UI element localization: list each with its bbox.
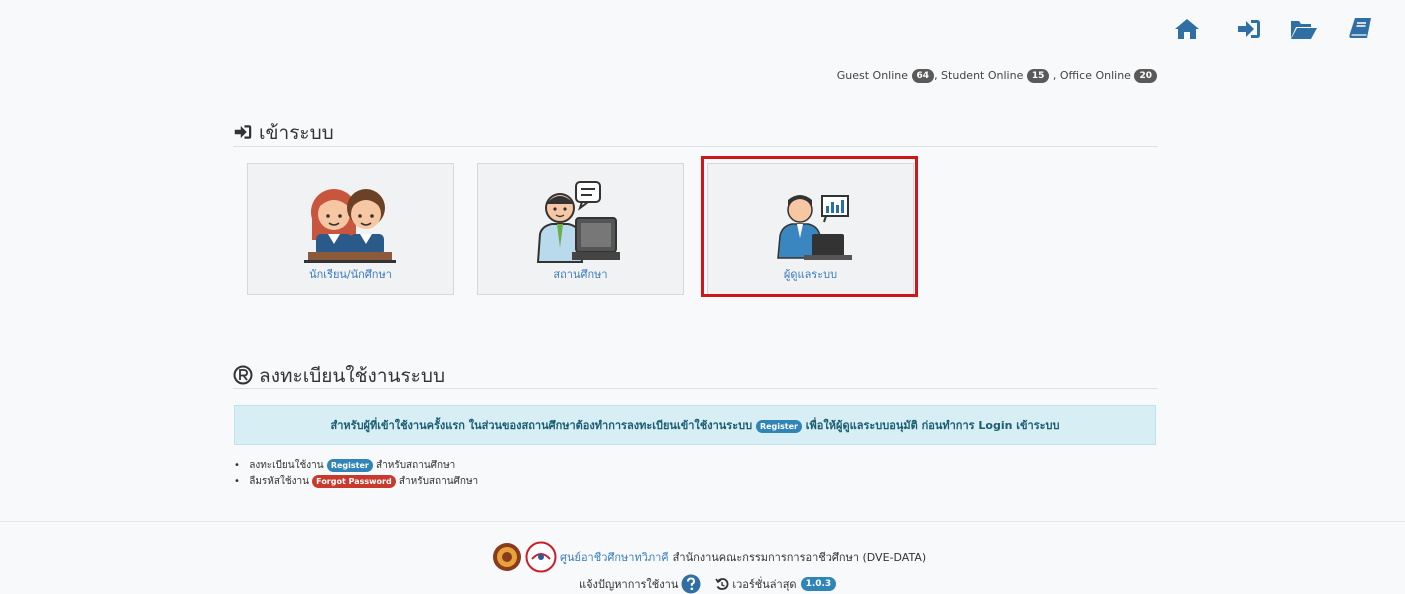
register-link-button[interactable]: Register: [326, 458, 373, 472]
link-text: สำหรับสถานศึกษา: [376, 460, 456, 471]
office-online-label: , Office Online: [1052, 69, 1131, 82]
ministry-seal-icon: [493, 543, 521, 571]
institution-card-label: สถานศึกษา: [553, 268, 608, 281]
link-text: ลืมรหัสใช้งาน: [249, 476, 309, 487]
institution-login-card[interactable]: สถานศึกษา: [477, 163, 684, 295]
guest-online-badge: 64: [911, 69, 935, 83]
login-title-text: เข้าระบบ: [259, 122, 334, 144]
dvec-org-link[interactable]: ศูนย์อาชีวศึกษาทวิภาคี: [560, 548, 669, 566]
sign-in-icon: [234, 125, 252, 139]
footer-links-row: แจ้งปัญหาการใช้งาน เวอร์ชั่นล่าสุด 1.0.3: [579, 574, 837, 594]
login-section-title: เข้าระบบ: [233, 118, 334, 148]
register-links-list: ลงทะเบียนใช้งาน Register สำหรับสถานศึกษา…: [234, 458, 478, 490]
teacher-computer-icon: [536, 181, 620, 263]
question-circle-icon[interactable]: [681, 574, 701, 594]
version-label: เวอร์ชั่นล่าสุด: [732, 578, 797, 591]
history-icon: [715, 578, 729, 590]
divider: [233, 388, 1158, 389]
admin-card-label: ผู้ดูแลระบบ: [783, 268, 838, 281]
admin-login-card[interactable]: ผู้ดูแลระบบ: [707, 163, 914, 295]
top-navbar: [0, 0, 1405, 57]
dvec-logo-icon: [525, 541, 557, 573]
footer: ศูนย์อาชีวศึกษาทวิภาคี สำนักงานคณะกรรมกา…: [0, 521, 1405, 594]
home-icon[interactable]: [1174, 16, 1200, 42]
divider: [233, 146, 1158, 147]
guest-online-label: Guest Online: [836, 69, 909, 82]
folder-open-icon[interactable]: [1290, 16, 1317, 42]
footer-org-row: ศูนย์อาชีวศึกษาทวิภาคี สำนักงานคณะกรรมกา…: [492, 540, 926, 574]
link-text: สำหรับสถานศึกษา: [398, 476, 479, 487]
forgot-password-button[interactable]: Forgot Password: [312, 474, 396, 488]
report-problem-label[interactable]: แจ้งปัญหาการใช้งาน: [579, 575, 678, 593]
sign-in-icon[interactable]: [1236, 16, 1262, 42]
admin-icon: [777, 195, 852, 260]
info-text-after: เพื่อให้ผู้ดูแลระบบอนุมัติ ก่อนทำการ Log…: [805, 419, 1060, 432]
list-item: ลงทะเบียนใช้งาน Register สำหรับสถานศึกษา: [234, 458, 478, 474]
online-stats: Guest Online 64, Student Online 15 , Off…: [837, 69, 1157, 83]
student-card-label: นักเรียน/นักศึกษา: [309, 268, 392, 281]
link-text: ลงทะเบียนใช้งาน: [249, 460, 324, 471]
student-online-label: , Student Online: [934, 69, 1024, 82]
list-item: ลืมรหัสใช้งาน Forgot Password สำหรับสถาน…: [234, 474, 478, 490]
student-login-card[interactable]: นักเรียน/นักศึกษา: [247, 163, 454, 295]
register-title-text: ลงทะเบียนใช้งานระบบ: [259, 365, 446, 387]
office-online-badge: 20: [1134, 69, 1157, 83]
register-info-alert: สำหรับผู้ที่เข้าใช้งานครั้งแรก ในส่วนของ…: [234, 405, 1156, 445]
version-badge: 1.0.3: [800, 577, 837, 591]
student-online-badge: 15: [1026, 69, 1050, 83]
registered-icon: [233, 365, 253, 385]
book-icon[interactable]: [1348, 16, 1374, 42]
info-text-before: สำหรับผู้ที่เข้าใช้งานครั้งแรก ในส่วนของ…: [330, 419, 753, 432]
register-badge[interactable]: Register: [755, 419, 802, 433]
register-section-title: ลงทะเบียนใช้งานระบบ: [233, 361, 445, 391]
org-name-text: สำนักงานคณะกรรมการการอาชีวศึกษา (DVE-DAT…: [672, 551, 927, 564]
students-icon: [304, 189, 396, 263]
